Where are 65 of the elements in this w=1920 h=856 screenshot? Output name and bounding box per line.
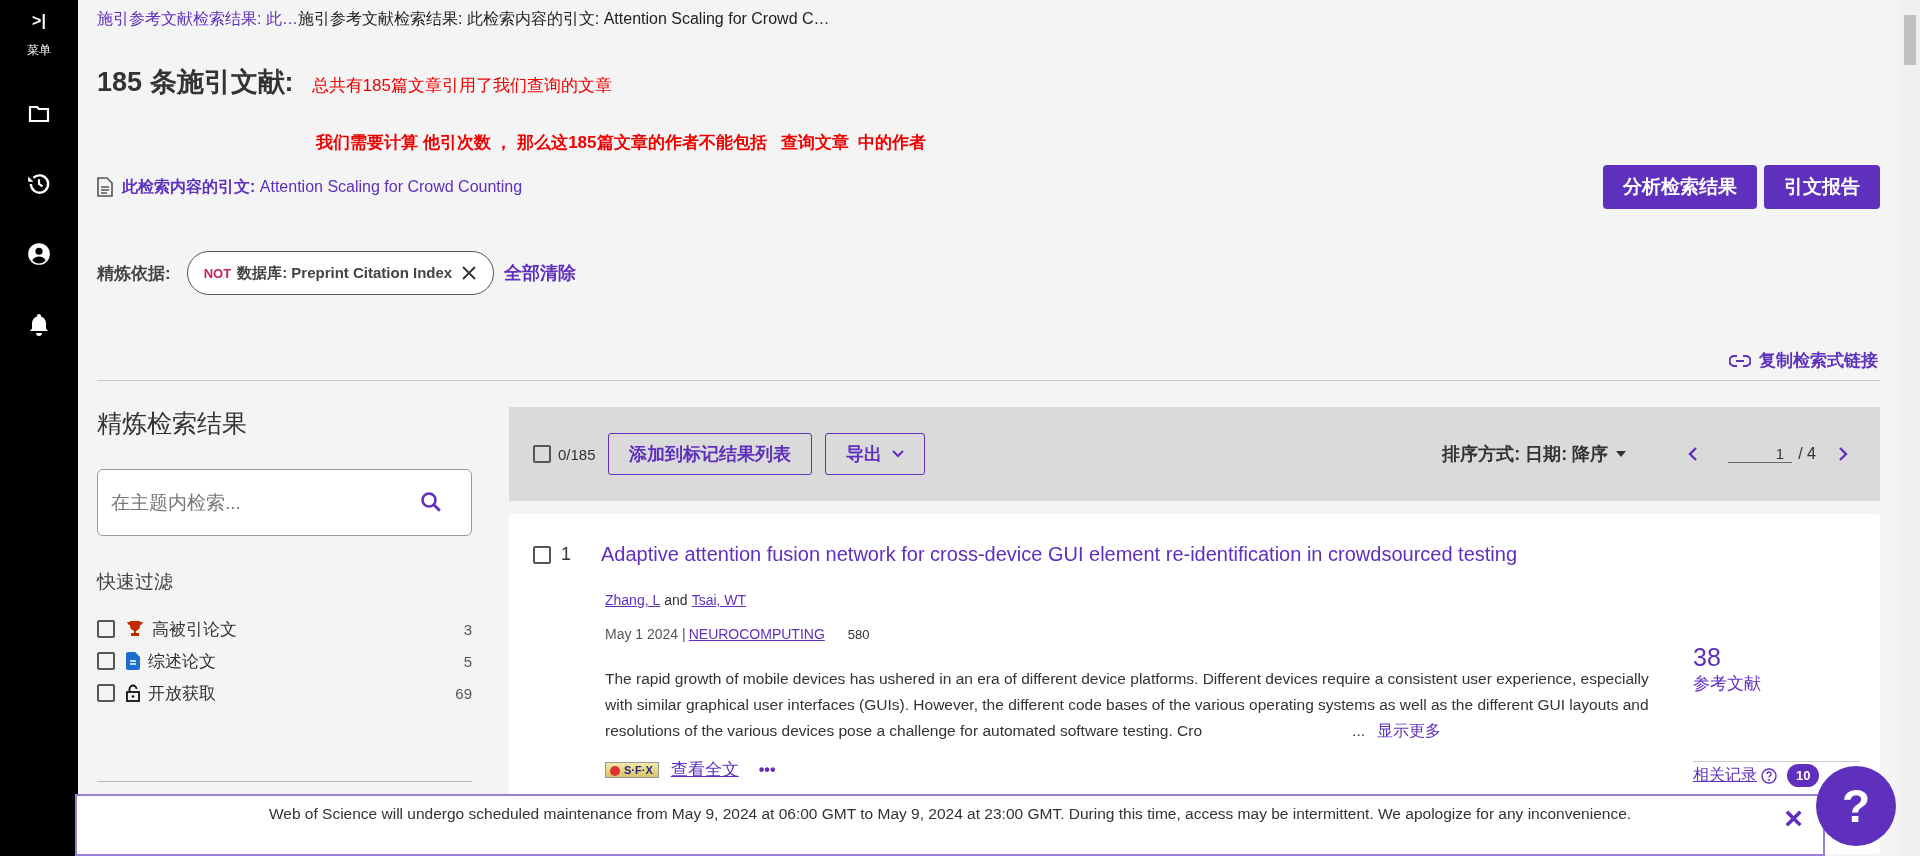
lock-icon — [126, 684, 140, 702]
author-link[interactable]: Tsai, WT — [691, 592, 747, 608]
author-joiner: and — [664, 592, 688, 608]
breadcrumb-current: 施引参考文献检索结果: 此检索内容的引文: Attention Scaling for Crowd C… — [297, 10, 830, 27]
filter-label[interactable]: 高被引论文 — [152, 617, 237, 641]
chip-text: 数据库: Preprint Citation Index — [237, 263, 453, 283]
filter-label[interactable]: 开放获取 — [148, 681, 216, 705]
checkbox[interactable] — [533, 545, 551, 564]
filter-count: 69 — [455, 684, 472, 702]
page-total: / 4 — [1798, 445, 1816, 463]
next-page-icon[interactable] — [1838, 446, 1848, 462]
sfx-logo[interactable]: S·F·X — [605, 761, 659, 778]
section-title: 快速过滤 — [97, 570, 174, 594]
filter-label[interactable]: 综述论文 — [148, 649, 216, 673]
show-more-link[interactable]: 显示更多 — [1377, 722, 1442, 739]
publication-date: May 1 2024 | — [605, 626, 686, 642]
related-count-badge: 10 — [1787, 764, 1820, 787]
checkbox[interactable] — [97, 684, 115, 702]
refine-label: 精炼依据: — [97, 262, 171, 285]
reference-label[interactable]: 参考文献 — [1693, 672, 1860, 695]
result-index: 1 — [561, 544, 571, 565]
export-button[interactable]: 导出 — [824, 433, 925, 475]
close-button[interactable]: × — [1784, 802, 1803, 834]
search-field[interactable]: 在主题内检索... — [97, 469, 472, 536]
search-icon[interactable] — [420, 491, 442, 513]
more-options-button[interactable]: ••• — [758, 760, 776, 779]
copy-link-button[interactable]: 复制检索式链接 — [1729, 349, 1878, 372]
results-title: 185 条施引文献: — [97, 66, 294, 99]
caret-icon — [1616, 451, 1627, 457]
chevron-down-icon — [891, 450, 904, 458]
checkbox[interactable] — [97, 620, 115, 638]
page-field[interactable]: 1 — [1728, 445, 1793, 463]
related-records-link[interactable]: 相关记录 — [1693, 765, 1757, 786]
link-icon — [1729, 354, 1751, 367]
panel-title: 精炼检索结果 — [97, 408, 248, 439]
filter-count: 5 — [463, 652, 472, 670]
action-button[interactable]: 分析检索结果 — [1603, 165, 1757, 209]
clear-all-link[interactable]: 全部清除 — [504, 261, 577, 285]
select-all-checkbox[interactable] — [533, 445, 551, 463]
result-title-link[interactable]: Adaptive attention fusion network for cross-device GUI element re-identification in crowdsourced testing — [601, 543, 1518, 566]
document-icon — [97, 177, 113, 197]
document-icon — [126, 652, 140, 670]
filter-count: 3 — [463, 620, 472, 638]
annotation-note: 总共有185篇文章引用了我们查询的文章 — [311, 75, 612, 97]
close-icon[interactable] — [462, 266, 477, 280]
full-text-link[interactable]: 查看全文 — [670, 758, 739, 781]
previous-page-icon[interactable] — [1688, 446, 1699, 462]
selected-count: 0/185 — [558, 445, 596, 463]
author-link[interactable]: Zhang, L — [605, 592, 661, 608]
annotation-note: 我们需要计算 他引次数 ， 那么这185篇文章的作者不能包括 查询文章 中的作者 — [316, 132, 928, 154]
trophy-icon — [126, 620, 144, 638]
checkbox[interactable] — [97, 652, 115, 670]
sort-dropdown[interactable]: 排序方式: 日期: 降序 — [1436, 441, 1633, 467]
help-icon[interactable] — [1761, 767, 1777, 784]
abstract-text: The rapid growth of mobile devices has ushered in an era of different device platforms. Different devices require a consistent user experience, especially with similar graphical user interfaces (GUIs). However, the different code bases of the various operating systems as well as the different GUI layouts and resolutions of the various devices pose a challenge for automated software testing. Cro ... 显示更多 — [605, 669, 1650, 741]
add-to-list-button[interactable]: 添加到标记结果列表 — [607, 433, 812, 475]
journal-link[interactable]: NEUROCOMPUTING — [688, 626, 825, 642]
volume-number: 580 — [847, 627, 870, 642]
operator-label: NOT — [203, 265, 232, 281]
cited-item-link[interactable]: 此检索内容的引文: Attention Scaling for Crowd Counting — [122, 176, 523, 198]
action-button[interactable]: 引文报告 — [1764, 165, 1880, 209]
menu-button[interactable]: >| 菜单 — [27, 0, 51, 59]
breadcrumb-link[interactable]: 施引参考文献检索结果: 此… — [97, 10, 298, 27]
reference-count[interactable]: 38 — [1693, 643, 1860, 672]
banner-message: Web of Science will undergo scheduled maintenance from May 9, 2024 at 06:00 GMT to May 9, 2024 at 23:00 GMT. During this time, access may be intermittent. We apologize for any inconvenience. — [268, 805, 1632, 823]
